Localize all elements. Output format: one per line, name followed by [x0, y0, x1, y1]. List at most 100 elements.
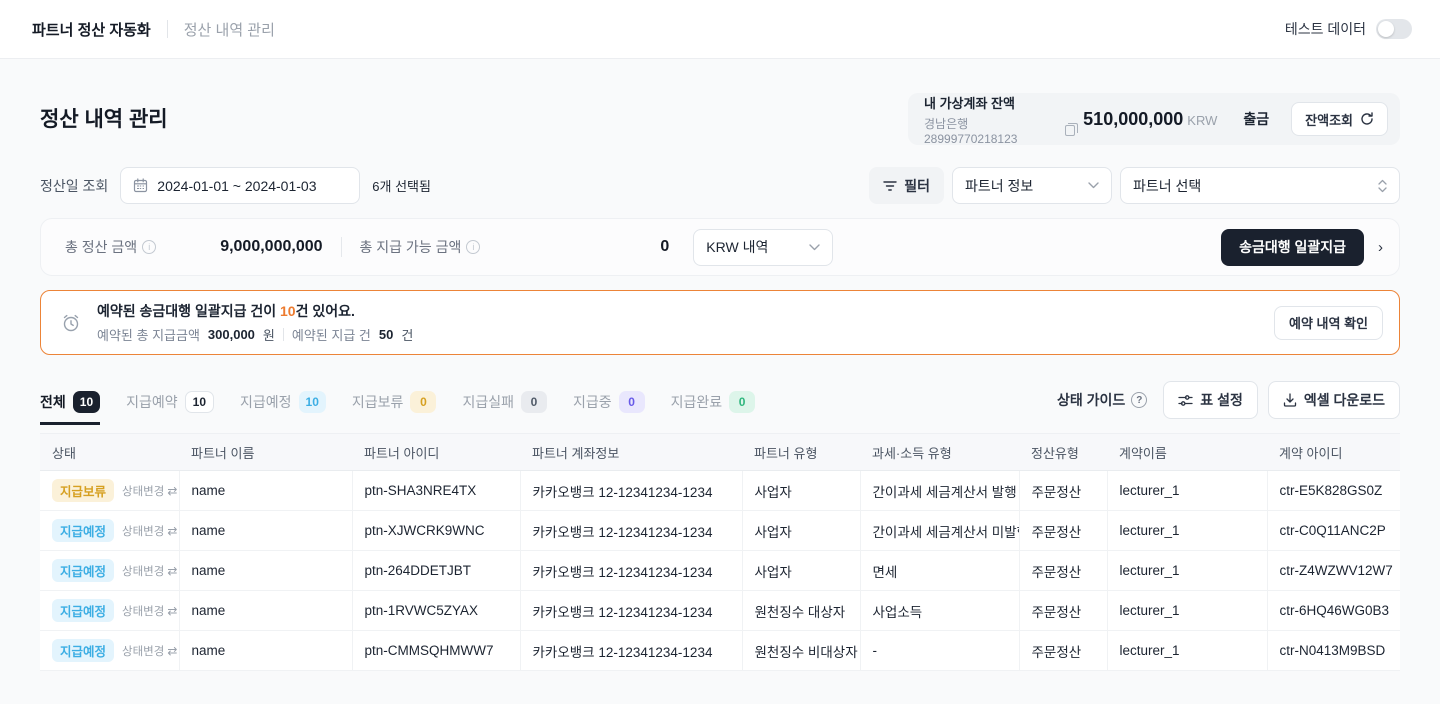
balance-amount: 510,000,000KRW — [1083, 109, 1217, 130]
date-range-input[interactable]: 2024-01-01 ~ 2024-01-03 — [120, 167, 360, 204]
total-settlement-label: 총 정산 금액 i — [65, 237, 156, 257]
status-change-button[interactable]: 상태변경⇄ — [122, 563, 177, 579]
info-icon[interactable]: i — [142, 240, 156, 254]
partner-id-cell: ptn-CMMSQHMWW7 — [352, 631, 520, 671]
info-icon[interactable]: i — [466, 240, 480, 254]
bulk-pay-button[interactable]: 송금대행 일괄지급 — [1221, 229, 1364, 266]
date-range-value: 2024-01-01 ~ 2024-01-03 — [157, 178, 316, 194]
chevron-right-icon[interactable]: › — [1378, 239, 1383, 256]
alert-subtext: 예약된 총 지급금액 300,000 원 예약된 지급 건 50 건 — [97, 325, 1274, 344]
partner-id-cell: ptn-XJWCRK9WNC — [352, 511, 520, 551]
withdraw-button[interactable]: 출금 — [1243, 109, 1269, 129]
partner-name-cell: name — [179, 591, 352, 631]
contract-id-cell: ctr-N0413M9BSD — [1267, 631, 1400, 671]
status-change-button[interactable]: 상태변경⇄ — [122, 483, 177, 499]
partner-name-cell: name — [179, 551, 352, 591]
status-change-button[interactable]: 상태변경⇄ — [122, 603, 177, 619]
status-guide-label: 상태 가이드 — [1057, 390, 1125, 410]
virtual-account-balance-card: 내 가상계좌 잔액 경남은행 28999770218123 510,000,00… — [908, 93, 1400, 145]
status-change-button[interactable]: 상태변경⇄ — [122, 523, 177, 539]
tab-count-badge: 10 — [185, 391, 214, 413]
tab-payment-scheduled[interactable]: 지급예정 10 — [240, 391, 326, 425]
column-header-account: 파트너 계좌정보 — [520, 434, 742, 471]
status-badge: 지급예정 — [52, 639, 114, 662]
scheduled-amount-unit: 원 — [263, 325, 275, 344]
tab-count-badge: 0 — [729, 391, 755, 413]
reservation-detail-button[interactable]: 예약 내역 확인 — [1274, 306, 1383, 340]
table-settings-button[interactable]: 표 설정 — [1163, 381, 1258, 419]
refresh-icon — [1360, 112, 1374, 126]
column-header-settle-type: 정산유형 — [1019, 434, 1107, 471]
table-row[interactable]: 지급예정 상태변경⇄ name ptn-1RVWC5ZYAX 카카오뱅크 12-… — [40, 591, 1400, 631]
reservation-alert-banner: 예약된 송금대행 일괄지급 건이 10건 있어요. 예약된 총 지급금액 300… — [40, 290, 1400, 355]
bank-account-number: 경남은행 28999770218123 — [924, 115, 1060, 146]
swap-icon: ⇄ — [167, 524, 177, 538]
alert-title-prefix: 예약된 송금대행 일괄지급 건이 — [97, 303, 280, 319]
status-change-label: 상태변경 — [122, 523, 164, 539]
column-header-contract-id: 계약 아이디 — [1267, 434, 1400, 471]
contract-name-cell: lecturer_1 — [1107, 631, 1267, 671]
check-balance-button[interactable]: 잔액조회 — [1291, 102, 1388, 136]
status-change-label: 상태변경 — [122, 603, 164, 619]
status-guide[interactable]: 상태 가이드 ? — [1057, 390, 1147, 410]
partner-select-placeholder: 파트너 선택 — [1133, 176, 1201, 196]
partner-select[interactable]: 파트너 선택 — [1120, 167, 1400, 204]
divider — [283, 328, 284, 341]
settle-type-cell: 주문정산 — [1019, 551, 1107, 591]
tab-payment-complete[interactable]: 지급완료 0 — [671, 391, 756, 425]
settle-type-cell: 주문정산 — [1019, 631, 1107, 671]
tax-type-cell: - — [860, 631, 1019, 671]
table-row[interactable]: 지급예정 상태변경⇄ name ptn-264DDETJBT 카카오뱅크 12-… — [40, 551, 1400, 591]
contract-id-cell: ctr-6HQ46WG0B3 — [1267, 591, 1400, 631]
tab-count-badge: 10 — [73, 391, 100, 413]
filter-button[interactable]: 필터 — [869, 167, 944, 204]
total-payable-label: 총 지급 가능 금액 i — [360, 237, 481, 257]
column-header-partner-name: 파트너 이름 — [179, 434, 352, 471]
column-header-partner-type: 파트너 유형 — [742, 434, 860, 471]
table-row[interactable]: 지급보류 상태변경⇄ name ptn-SHA3NRE4TX 카카오뱅크 12-… — [40, 471, 1400, 511]
total-settlement-label-text: 총 정산 금액 — [65, 237, 137, 257]
alarm-clock-icon — [61, 313, 81, 333]
copy-icon[interactable] — [1065, 125, 1076, 136]
tax-type-cell: 면세 — [860, 551, 1019, 591]
partner-name-cell: name — [179, 631, 352, 671]
tab-all[interactable]: 전체 10 — [40, 391, 100, 425]
tab-payment-failed[interactable]: 지급실패 0 — [462, 391, 547, 425]
contract-id-cell: ctr-E5K828GS0Z — [1267, 471, 1400, 511]
scheduled-amount-value: 300,000 — [208, 327, 255, 342]
alert-count: 10 — [280, 303, 296, 319]
toggle-knob — [1378, 21, 1394, 37]
calendar-icon — [133, 178, 148, 193]
table-row[interactable]: 지급예정 상태변경⇄ name ptn-CMMSQHMWW7 카카오뱅크 12-… — [40, 631, 1400, 671]
status-change-label: 상태변경 — [122, 643, 164, 659]
currency-history-select-value: KRW 내역 — [706, 237, 768, 257]
chevron-up-down-icon — [1378, 179, 1387, 193]
partner-info-select[interactable]: 파트너 정보 — [952, 167, 1112, 204]
filter-button-label: 필터 — [904, 176, 930, 196]
column-header-tax-type: 과세·소득 유형 — [860, 434, 1019, 471]
table-header-row: 상태 파트너 이름 파트너 아이디 파트너 계좌정보 파트너 유형 과세·소득 … — [40, 434, 1400, 471]
page-title: 정산 내역 관리 — [40, 93, 168, 133]
tab-payment-reserved[interactable]: 지급예약 10 — [126, 391, 214, 425]
settlement-table: 상태 파트너 이름 파트너 아이디 파트너 계좌정보 파트너 유형 과세·소득 … — [40, 433, 1400, 671]
test-data-toggle[interactable] — [1376, 19, 1412, 39]
excel-download-button[interactable]: 엑셀 다운로드 — [1268, 381, 1400, 419]
tax-type-cell: 간이과세 세금계산서 미발행 — [860, 511, 1019, 551]
partner-info-select-value: 파트너 정보 — [965, 176, 1033, 196]
column-header-contract-name: 계약이름 — [1107, 434, 1267, 471]
check-balance-label: 잔액조회 — [1305, 110, 1353, 129]
contract-name-cell: lecturer_1 — [1107, 471, 1267, 511]
scheduled-count-value: 50 — [379, 327, 393, 342]
status-change-button[interactable]: 상태변경⇄ — [122, 643, 177, 659]
breadcrumb[interactable]: 정산 내역 관리 — [184, 19, 275, 40]
table-row[interactable]: 지급예정 상태변경⇄ name ptn-XJWCRK9WNC 카카오뱅크 12-… — [40, 511, 1400, 551]
tab-label: 지급중 — [573, 392, 612, 412]
tab-payment-in-progress[interactable]: 지급중 0 — [573, 391, 645, 425]
tab-label: 지급예정 — [240, 392, 292, 412]
contract-name-cell: lecturer_1 — [1107, 551, 1267, 591]
partner-id-cell: ptn-264DDETJBT — [352, 551, 520, 591]
currency-history-select[interactable]: KRW 내역 — [693, 229, 833, 266]
status-badge: 지급보류 — [52, 479, 114, 502]
partner-type-cell: 원천징수 비대상자 — [742, 631, 860, 671]
tab-payment-held[interactable]: 지급보류 0 — [352, 391, 437, 425]
